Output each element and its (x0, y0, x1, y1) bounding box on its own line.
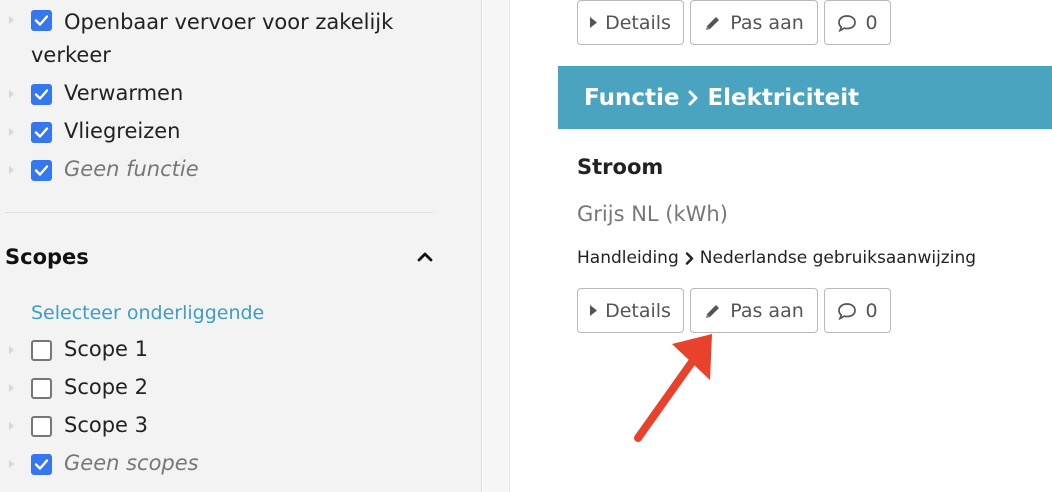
panel-gutter (483, 0, 510, 492)
caret-right-icon (590, 305, 598, 316)
filter-sidebar: Openbaar vervoer voor zakelijk verkeer V… (0, 0, 482, 492)
details-button-label: Details (605, 299, 671, 322)
expand-triangle-icon[interactable] (9, 90, 14, 98)
pencil-icon (706, 16, 720, 30)
expand-triangle-icon[interactable] (9, 422, 14, 430)
checkbox-scope-1[interactable] (31, 340, 52, 361)
item-comments-button[interactable]: 0 (824, 288, 891, 333)
select-children-link[interactable]: Selecteer onderliggende (31, 302, 264, 324)
scope-item-label: Geen scopes (64, 451, 199, 475)
caret-right-icon (590, 17, 598, 28)
expand-triangle-icon[interactable] (9, 346, 14, 354)
speech-bubble-icon (838, 302, 857, 320)
function-item-label: Geen functie (64, 157, 199, 181)
expand-triangle-icon[interactable] (9, 128, 14, 136)
function-item-label: Vliegreizen (64, 119, 181, 143)
edit-button-label: Pas aan (730, 11, 804, 34)
checkbox-scope-2[interactable] (31, 378, 52, 399)
banner-part-1: Functie (584, 84, 680, 111)
checkbox-verwarmen[interactable] (31, 84, 52, 105)
crumb-part-1: Handleiding (577, 248, 679, 268)
item-title: Stroom (577, 155, 664, 179)
comments-count: 0 (865, 11, 878, 34)
checkmark-icon (34, 459, 49, 470)
checkmark-icon (34, 127, 49, 138)
checkbox-geen-scopes[interactable] (31, 454, 52, 475)
scope-item-label: Scope 1 (64, 337, 149, 361)
edit-button[interactable]: Pas aan (690, 0, 818, 45)
expand-triangle-icon[interactable] (9, 166, 14, 174)
function-item-label: Openbaar vervoer voor zakelijk verkeer (31, 10, 394, 67)
expand-triangle-icon[interactable] (9, 384, 14, 392)
expand-triangle-icon[interactable] (9, 16, 14, 24)
comments-count: 0 (865, 299, 878, 322)
function-item-label: Verwarmen (64, 81, 184, 105)
details-button[interactable]: Details (577, 0, 684, 45)
pencil-icon (706, 304, 720, 318)
scope-item-label: Scope 2 (64, 375, 149, 399)
chevron-right-icon (685, 251, 693, 265)
checkbox-vliegreizen[interactable] (31, 122, 52, 143)
divider (5, 212, 433, 213)
banner-part-2: Elektriciteit (707, 84, 860, 111)
item-subtitle: Grijs NL (kWh) (577, 202, 728, 226)
crumb-part-2: Nederlandse gebruiksaanwijzing (699, 248, 977, 268)
chevron-right-icon (688, 90, 698, 105)
checkbox-scope-3[interactable] (31, 416, 52, 437)
speech-bubble-icon (838, 14, 857, 32)
scope-item-label: Scope 3 (64, 413, 149, 437)
checkmark-icon (34, 89, 49, 100)
edit-button-label: Pas aan (730, 299, 804, 322)
comments-button[interactable]: 0 (824, 0, 891, 45)
chevron-up-icon[interactable] (417, 251, 433, 263)
scopes-section-title: Scopes (5, 245, 89, 269)
item-breadcrumb: Handleiding Nederlandse gebruiksaanwijzi… (577, 248, 976, 268)
expand-triangle-icon[interactable] (9, 460, 14, 468)
annotation-arrow-icon (634, 334, 712, 442)
checkbox-geen-functie[interactable] (31, 160, 52, 181)
section-banner: Functie Elektriciteit (558, 66, 1052, 129)
checkmark-icon (34, 165, 49, 176)
details-button-label: Details (605, 11, 671, 34)
